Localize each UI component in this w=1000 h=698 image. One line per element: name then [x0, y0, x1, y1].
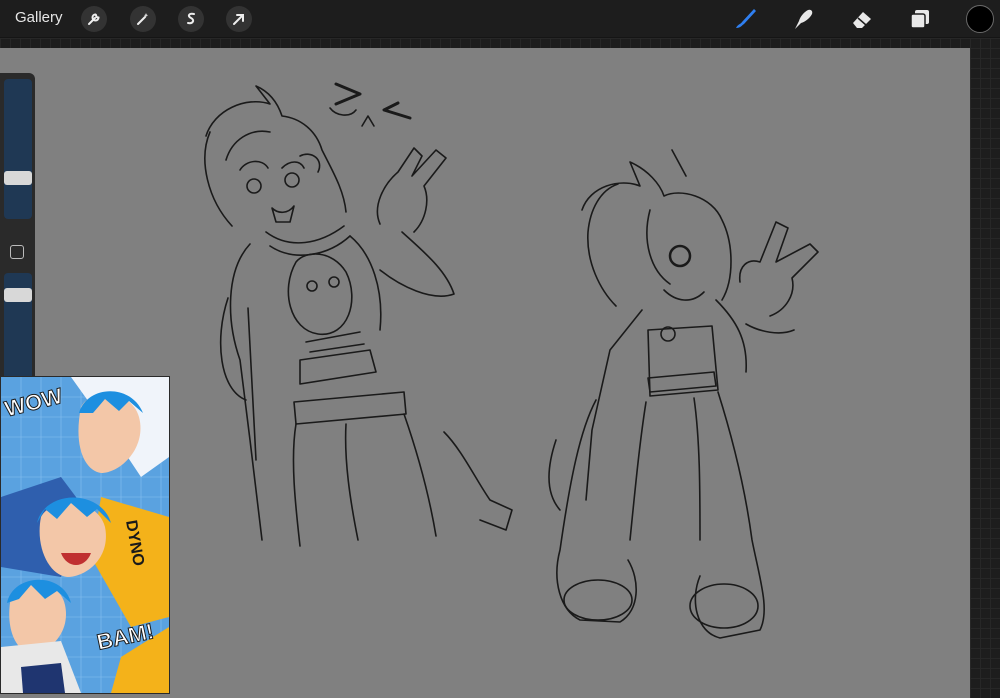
reference-image[interactable]: WOW DYNO BAM! [0, 376, 170, 694]
eraser-icon[interactable] [848, 5, 876, 33]
smudge-icon[interactable] [789, 5, 817, 33]
gallery-button[interactable]: Gallery [15, 9, 63, 26]
selection-s-icon[interactable] [178, 6, 204, 32]
magic-wand-icon[interactable] [130, 6, 156, 32]
wrench-icon[interactable] [81, 6, 107, 32]
layers-icon[interactable] [906, 5, 934, 33]
reference-illustration: WOW DYNO BAM! [1, 377, 169, 693]
brush-icon[interactable] [731, 5, 759, 33]
opacity-thumb[interactable] [4, 288, 32, 302]
color-swatch[interactable] [966, 5, 994, 33]
top-toolbar: Gallery [0, 0, 1000, 38]
transform-arrow-icon[interactable] [226, 6, 252, 32]
brush-size-thumb[interactable] [4, 171, 32, 185]
modify-button[interactable] [10, 245, 24, 259]
brush-size-slider[interactable] [4, 79, 32, 219]
